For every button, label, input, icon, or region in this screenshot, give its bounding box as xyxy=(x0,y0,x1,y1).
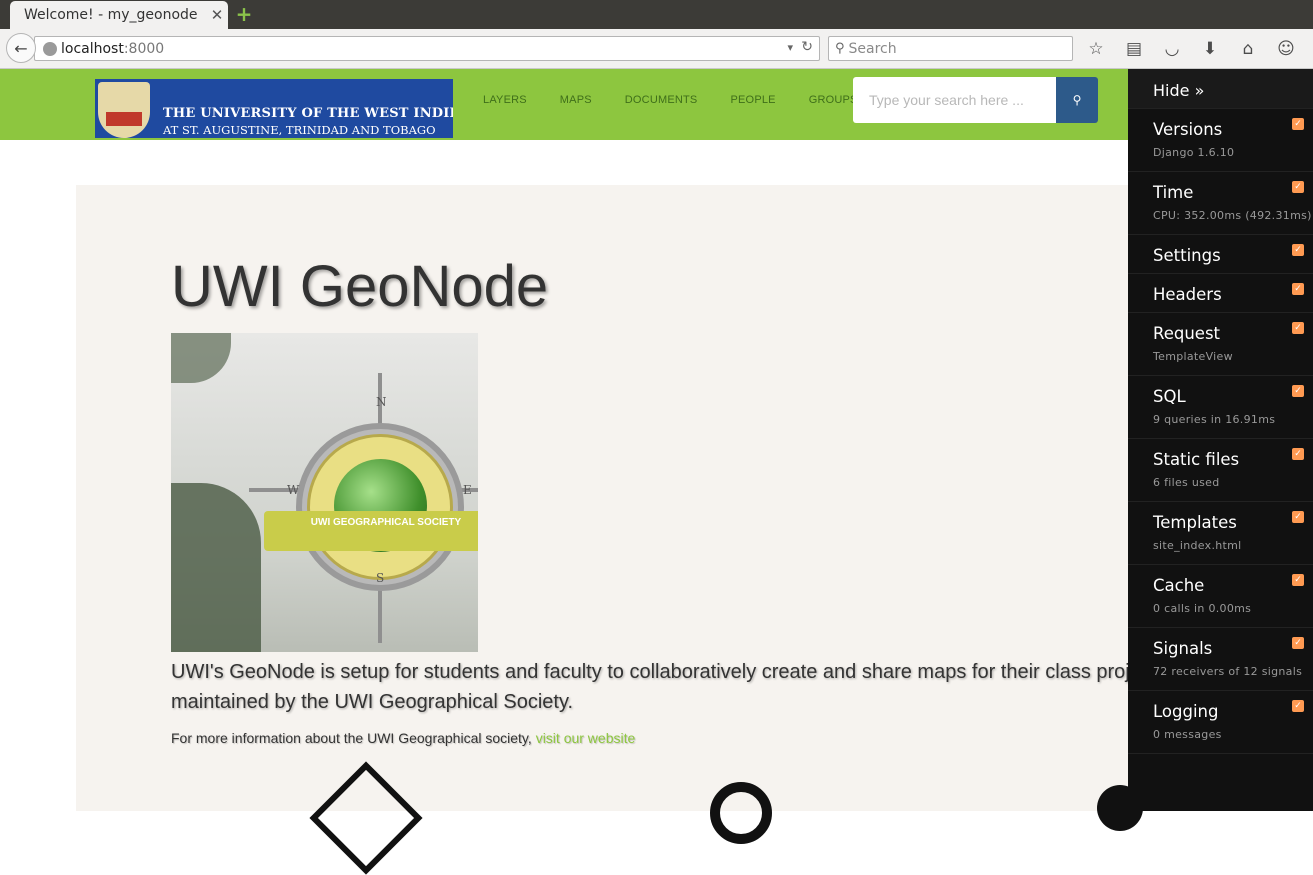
checkbox-icon[interactable]: ✓ xyxy=(1292,118,1304,130)
url-port: :8000 xyxy=(123,40,165,57)
panel-name: Time xyxy=(1153,183,1194,202)
map-pin-icon xyxy=(710,782,772,844)
panel-static-files[interactable]: Static files 6 files used ✓ xyxy=(1128,439,1313,502)
compass-east: E xyxy=(463,483,472,497)
panel-headers[interactable]: Headers ✓ xyxy=(1128,274,1313,313)
reading-list-icon[interactable]: ▤ xyxy=(1122,37,1146,61)
page-title: UWI GeoNode xyxy=(171,254,549,319)
home-icon[interactable]: ⌂ xyxy=(1236,37,1260,61)
site-nav: LAYERS MAPS DOCUMENTS PEOPLE GROUPS xyxy=(483,94,891,106)
panel-subtitle: TemplateView xyxy=(1153,350,1233,363)
checkbox-icon[interactable]: ✓ xyxy=(1292,244,1304,256)
search-engine-icon: ⚲ xyxy=(835,41,845,56)
site-search-input[interactable]: Type your search here ... xyxy=(853,77,1056,123)
geographical-society-logo-image: UWI GEOGRAPHICAL SOCIETY N S W E xyxy=(171,333,478,652)
new-tab-icon[interactable]: + xyxy=(235,4,253,24)
crest-icon xyxy=(98,82,150,138)
panel-time[interactable]: Time CPU: 352.00ms (492.31ms) ✓ xyxy=(1128,172,1313,235)
browser-tab-strip: Welcome! - my_geonode ✕ + xyxy=(0,0,1313,29)
panel-request[interactable]: Request TemplateView ✓ xyxy=(1128,313,1313,376)
browser-search-placeholder: Search xyxy=(848,40,897,57)
compass-north: N xyxy=(376,395,387,409)
nav-people[interactable]: PEOPLE xyxy=(730,94,775,106)
intro-text: UWI's GeoNode is setup for students and … xyxy=(171,661,1209,713)
nav-maps[interactable]: MAPS xyxy=(560,94,592,106)
url-host: localhost xyxy=(61,40,124,57)
checkbox-icon[interactable]: ✓ xyxy=(1292,181,1304,193)
compass-west: W xyxy=(287,483,300,497)
panel-name: SQL xyxy=(1153,387,1186,406)
logo-line2: AT ST. AUGUSTINE, TRINIDAD AND TOBAGO xyxy=(163,123,436,137)
nav-documents[interactable]: DOCUMENTS xyxy=(625,94,698,106)
checkbox-icon[interactable]: ✓ xyxy=(1292,574,1304,586)
pocket-icon[interactable]: ◡ xyxy=(1160,37,1184,61)
panel-sql[interactable]: SQL 9 queries in 16.91ms ✓ xyxy=(1128,376,1313,439)
logo-line1: THE UNIVERSITY OF THE WEST INDIE xyxy=(163,106,453,121)
panel-name: Versions xyxy=(1153,120,1223,139)
tab-title: Welcome! - my_geonode xyxy=(24,7,198,23)
panel-name: Static files xyxy=(1153,450,1240,469)
panel-versions[interactable]: Versions Django 1.6.10 ✓ xyxy=(1128,109,1313,172)
bookmark-star-icon[interactable]: ☆ xyxy=(1084,37,1108,61)
layers-icon xyxy=(309,761,423,875)
panel-subtitle: 9 queries in 16.91ms xyxy=(1153,413,1276,426)
panel-subtitle: 0 calls in 0.00ms xyxy=(1153,602,1252,615)
compass-south: S xyxy=(376,571,385,585)
back-button[interactable]: ← xyxy=(6,33,36,63)
browser-tab[interactable]: Welcome! - my_geonode ✕ xyxy=(10,1,228,29)
panel-name: Headers xyxy=(1153,285,1222,304)
panel-settings[interactable]: Settings ✓ xyxy=(1128,235,1313,274)
panel-subtitle: Django 1.6.10 xyxy=(1153,146,1235,159)
panel-subtitle: 6 files used xyxy=(1153,476,1220,489)
checkbox-icon[interactable]: ✓ xyxy=(1292,448,1304,460)
browser-navbar: localhost:8000 ▾ ↻ ← ⚲ Search ☆ ▤ ◡ ⬇ ⌂ … xyxy=(0,29,1313,69)
checkbox-icon[interactable]: ✓ xyxy=(1292,322,1304,334)
site-search-button[interactable]: ⚲ xyxy=(1056,77,1098,123)
panel-cache[interactable]: Cache 0 calls in 0.00ms ✓ xyxy=(1128,565,1313,628)
close-tab-icon[interactable]: ✕ xyxy=(206,6,228,24)
panel-subtitle: CPU: 352.00ms (492.31ms) xyxy=(1153,209,1312,222)
search-icon: ⚲ xyxy=(1072,93,1082,107)
debug-toolbar: Hide » Versions Django 1.6.10 ✓ Time CPU: 3… xyxy=(1128,69,1313,811)
reload-icon[interactable]: ↻ xyxy=(801,39,813,55)
browser-toolbar-icons: ☆ ▤ ◡ ⬇ ⌂ ☺ xyxy=(1084,37,1298,61)
website-link[interactable]: visit our website xyxy=(536,730,636,746)
society-banner: UWI GEOGRAPHICAL SOCIETY xyxy=(264,511,478,551)
smiley-icon[interactable]: ☺ xyxy=(1274,37,1298,61)
browser-search-input[interactable]: ⚲ Search xyxy=(828,36,1073,61)
site-logo[interactable]: THE UNIVERSITY OF THE WEST INDIE AT ST. … xyxy=(95,79,453,138)
hide-toolbar-link[interactable]: Hide » xyxy=(1128,69,1313,109)
panel-name: Logging xyxy=(1153,702,1219,721)
panel-name: Signals xyxy=(1153,639,1213,658)
nav-groups[interactable]: GROUPS xyxy=(809,94,858,106)
panel-name: Request xyxy=(1153,324,1221,343)
panel-subtitle: site_index.html xyxy=(1153,539,1242,552)
panel-subtitle: 72 receivers of 12 signals xyxy=(1153,665,1303,678)
checkbox-icon[interactable]: ✓ xyxy=(1292,637,1304,649)
globe-icon xyxy=(43,41,57,56)
more-info-prefix: For more information about the UWI Geogr… xyxy=(171,730,536,746)
panel-signals[interactable]: Signals 72 receivers of 12 signals ✓ xyxy=(1128,628,1313,691)
panel-subtitle: 0 messages xyxy=(1153,728,1222,741)
back-arrow-icon: ← xyxy=(14,38,28,58)
nav-layers[interactable]: LAYERS xyxy=(483,94,527,106)
panel-logging[interactable]: Logging 0 messages ✓ xyxy=(1128,691,1313,754)
checkbox-icon[interactable]: ✓ xyxy=(1292,385,1304,397)
checkbox-icon[interactable]: ✓ xyxy=(1292,700,1304,712)
panel-name: Settings xyxy=(1153,246,1221,265)
url-dropdown-icon[interactable]: ▾ xyxy=(787,41,793,54)
site-header: THE UNIVERSITY OF THE WEST INDIE AT ST. … xyxy=(0,69,1313,140)
more-info-text: For more information about the UWI Geogr… xyxy=(171,730,635,746)
url-bar[interactable]: localhost:8000 ▾ ↻ xyxy=(34,36,820,61)
panel-name: Templates xyxy=(1153,513,1237,532)
panel-name: Cache xyxy=(1153,576,1205,595)
checkbox-icon[interactable]: ✓ xyxy=(1292,511,1304,523)
download-icon[interactable]: ⬇ xyxy=(1198,37,1222,61)
panel-templates[interactable]: Templates site_index.html ✓ xyxy=(1128,502,1313,565)
checkbox-icon[interactable]: ✓ xyxy=(1292,283,1304,295)
